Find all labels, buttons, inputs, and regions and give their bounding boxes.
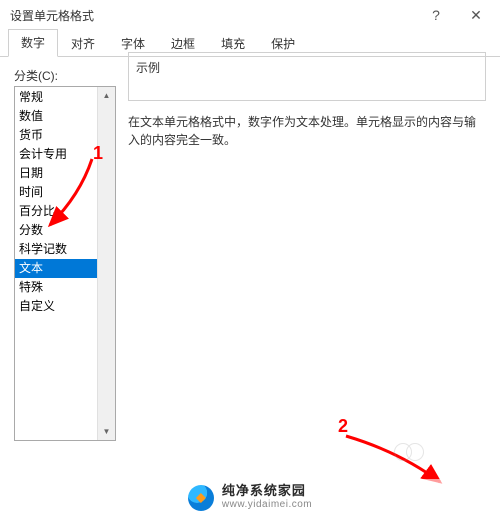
watermark: 纯净系统家园 www.yidaimei.com: [0, 479, 500, 517]
category-item-currency[interactable]: 货币: [15, 126, 97, 145]
tab-alignment[interactable]: 对齐: [58, 30, 108, 57]
list-item-label: 日期: [19, 166, 43, 180]
decorative-circles-icon: [392, 439, 432, 463]
category-item-scientific[interactable]: 科学记数: [15, 240, 97, 259]
help-button[interactable]: ?: [416, 1, 456, 29]
tab-label: 填充: [221, 37, 245, 51]
list-item-label: 百分比: [19, 204, 55, 218]
category-item-percentage[interactable]: 百分比: [15, 202, 97, 221]
watermark-url: www.yidaimei.com: [222, 498, 312, 512]
list-item-label: 特殊: [19, 280, 43, 294]
format-description: 在文本单元格格式中，数字作为文本处理。单元格显示的内容与输入的内容完全一致。: [128, 113, 486, 149]
watermark-text: 纯净系统家园 www.yidaimei.com: [222, 484, 312, 512]
titlebar: 设置单元格格式 ? ✕: [0, 0, 500, 30]
tab-label: 数字: [21, 36, 45, 50]
category-item-text[interactable]: 文本: [15, 259, 97, 278]
tab-label: 对齐: [71, 37, 95, 51]
sample-label: 示例: [134, 59, 162, 76]
category-item-custom[interactable]: 自定义: [15, 297, 97, 316]
list-item-label: 会计专用: [19, 147, 67, 161]
category-item-time[interactable]: 时间: [15, 183, 97, 202]
tab-label: 边框: [171, 37, 195, 51]
list-item-label: 文本: [19, 261, 43, 275]
category-item-date[interactable]: 日期: [15, 164, 97, 183]
tab-label: 字体: [121, 37, 145, 51]
category-item-number[interactable]: 数值: [15, 107, 97, 126]
sample-group: 示例: [128, 67, 486, 113]
detail-column: 示例 在文本单元格格式中，数字作为文本处理。单元格显示的内容与输入的内容完全一致…: [128, 67, 486, 441]
scroll-up-icon[interactable]: ▲: [98, 87, 115, 104]
tab-number[interactable]: 数字: [8, 29, 58, 57]
watermark-name: 纯净系统家园: [222, 484, 312, 498]
category-scrollbar[interactable]: ▲ ▼: [97, 87, 115, 440]
list-item-label: 自定义: [19, 299, 55, 313]
category-list: 常规 数值 货币 会计专用 日期 时间 百分比 分数 科学记数 文本 特殊 自定…: [15, 87, 97, 440]
list-item-label: 科学记数: [19, 242, 67, 256]
list-item-label: 货币: [19, 128, 43, 142]
category-item-fraction[interactable]: 分数: [15, 221, 97, 240]
scroll-down-icon[interactable]: ▼: [98, 423, 115, 440]
list-item-label: 分数: [19, 223, 43, 237]
watermark-logo-icon: [188, 485, 214, 511]
format-cells-dialog: 设置单元格格式 ? ✕ 数字 对齐 字体 边框 填充 保护 分类(C): 常规 …: [0, 0, 500, 517]
category-item-general[interactable]: 常规: [15, 88, 97, 107]
sample-box: [128, 52, 486, 101]
window-title: 设置单元格格式: [10, 7, 416, 24]
category-listbox[interactable]: 常规 数值 货币 会计专用 日期 时间 百分比 分数 科学记数 文本 特殊 自定…: [14, 86, 116, 441]
category-item-special[interactable]: 特殊: [15, 278, 97, 297]
list-item-label: 数值: [19, 109, 43, 123]
list-item-label: 常规: [19, 90, 43, 104]
category-item-accounting[interactable]: 会计专用: [15, 145, 97, 164]
category-label: 分类(C):: [14, 67, 116, 84]
category-column: 分类(C): 常规 数值 货币 会计专用 日期 时间 百分比 分数 科学记数 文…: [14, 67, 116, 441]
tab-label: 保护: [271, 37, 295, 51]
dialog-body: 分类(C): 常规 数值 货币 会计专用 日期 时间 百分比 分数 科学记数 文…: [0, 57, 500, 447]
list-item-label: 时间: [19, 185, 43, 199]
close-button[interactable]: ✕: [456, 1, 496, 29]
